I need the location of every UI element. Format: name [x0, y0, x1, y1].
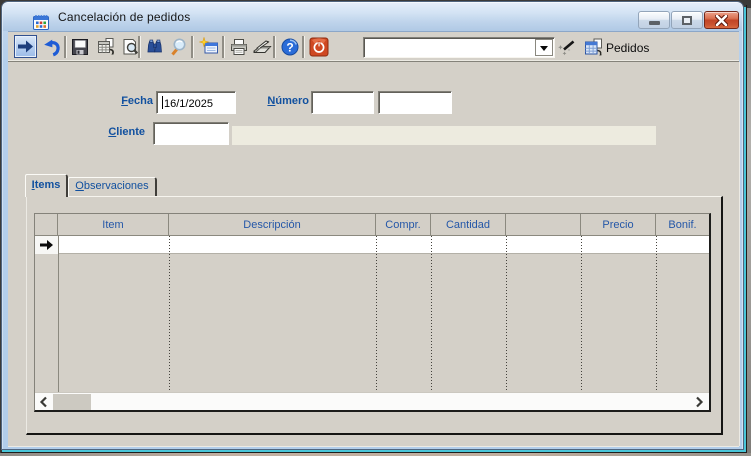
- grid-header-compr[interactable]: Compr.: [376, 214, 431, 235]
- search-combobox[interactable]: [363, 37, 555, 58]
- mdi-frame-edge: [2, 450, 746, 452]
- scanner-icon: [251, 37, 273, 57]
- minimize-icon: [649, 21, 660, 25]
- fecha-input[interactable]: 16/1/2025: [156, 91, 236, 114]
- client-area: Fecha 16/1/2025 Número Cliente Items Obs…: [8, 62, 739, 446]
- tab-items[interactable]: Items: [25, 174, 68, 197]
- print-button[interactable]: [229, 37, 249, 57]
- row-selector-cell[interactable]: [35, 236, 58, 254]
- binoculars-icon: [145, 37, 165, 57]
- printer-icon: [229, 37, 249, 57]
- current-row-arrow-icon: [39, 239, 54, 251]
- grid-header-descripcion[interactable]: Descripción: [169, 214, 376, 235]
- cliente-display: [232, 126, 656, 145]
- grid-column-separator: [169, 236, 170, 392]
- new-window-button[interactable]: [199, 37, 219, 57]
- grid-header-row: Item Descripción Compr. Cantidad Precio …: [35, 214, 709, 236]
- tab-observaciones[interactable]: Observaciones: [68, 177, 157, 196]
- mdi-frame-edge: [744, 7, 746, 451]
- close-button[interactable]: [704, 11, 739, 29]
- grid-column-separator: [431, 236, 432, 392]
- copy-to-grid-button[interactable]: [96, 37, 116, 57]
- pedidos-button-label: Pedidos: [606, 41, 649, 55]
- toolbar: ?: [8, 31, 739, 62]
- svg-text:?: ?: [286, 41, 293, 55]
- restore-icon: [682, 16, 692, 25]
- grid-column-separator: [581, 236, 582, 392]
- print-preview-button[interactable]: [120, 37, 140, 57]
- grid-header-blank[interactable]: [506, 214, 581, 235]
- undo-arrow-icon: [41, 37, 61, 57]
- help-button[interactable]: ?: [280, 37, 300, 57]
- numero-input-1[interactable]: [311, 91, 374, 114]
- exit-button[interactable]: [309, 37, 329, 57]
- window-outer-edge: [746, 5, 747, 452]
- toolbar-separator: [273, 36, 275, 58]
- scrollbar-thumb[interactable]: [53, 394, 91, 410]
- find-button[interactable]: [145, 37, 165, 57]
- close-icon: [715, 15, 728, 26]
- app-window: Cancelación de pedidos: [1, 1, 744, 450]
- grid-column-separator: [506, 236, 507, 392]
- toolbar-separator: [191, 36, 193, 58]
- toolbar-separator: [64, 36, 66, 58]
- numero-label: Número: [248, 95, 309, 109]
- wizard-button[interactable]: [557, 37, 577, 57]
- grid-horizontal-scrollbar[interactable]: [35, 392, 709, 410]
- save-button[interactable]: [70, 37, 90, 57]
- power-icon: [309, 37, 329, 57]
- grid-header-cantidad[interactable]: Cantidad: [431, 214, 506, 235]
- grid-column-separator: [58, 236, 59, 392]
- grid-body: [35, 236, 709, 392]
- toolbar-separator: [222, 36, 224, 58]
- titlebar[interactable]: Cancelación de pedidos: [3, 3, 742, 31]
- grid-header-bonif[interactable]: Bonif.: [656, 214, 709, 235]
- grid-header-selector: [35, 214, 58, 235]
- scan-button[interactable]: [251, 37, 271, 57]
- fecha-label: Fecha: [96, 95, 153, 109]
- combobox-dropdown-button[interactable]: [535, 39, 553, 56]
- grid-header-item[interactable]: Item: [58, 214, 169, 235]
- items-grid: Item Descripción Compr. Cantidad Precio …: [34, 213, 711, 412]
- floppy-disk-icon: [70, 37, 90, 57]
- tab-page-items: Item Descripción Compr. Cantidad Precio …: [26, 196, 723, 435]
- cliente-input[interactable]: [153, 122, 229, 145]
- grid-column-separator: [376, 236, 377, 392]
- table-copy-icon: [96, 37, 116, 57]
- minimize-button[interactable]: [638, 11, 670, 29]
- new-window-icon: [199, 37, 219, 57]
- window-title: Cancelación de pedidos: [58, 10, 191, 24]
- zoom-button[interactable]: [168, 37, 188, 57]
- toolbar-separator: [302, 36, 304, 58]
- scroll-right-icon[interactable]: [695, 396, 704, 408]
- toolbar-separator: [138, 36, 140, 58]
- scroll-left-icon[interactable]: [39, 396, 48, 408]
- text-caret: [162, 96, 163, 109]
- undo-button[interactable]: [41, 37, 61, 57]
- restore-button[interactable]: [671, 11, 703, 29]
- background-right-strip: [747, 8, 751, 456]
- accept-button[interactable]: [14, 35, 37, 58]
- cliente-label: Cliente: [88, 126, 145, 140]
- pedidos-button[interactable]: Pedidos: [583, 36, 649, 59]
- numero-input-2[interactable]: [378, 91, 452, 114]
- magnifier-icon: [168, 37, 188, 57]
- page-magnifier-icon: [120, 37, 140, 57]
- app-icon: [33, 14, 49, 30]
- magic-wand-icon: [557, 37, 577, 57]
- help-icon: ?: [280, 37, 300, 57]
- grid-column-separator: [656, 236, 657, 392]
- arrow-right-box-icon: [15, 36, 36, 57]
- grid-header-precio[interactable]: Precio: [581, 214, 656, 235]
- grid-row-current[interactable]: [35, 236, 709, 254]
- table-copy-blue-icon: [583, 37, 604, 58]
- chevron-down-icon: [540, 46, 548, 51]
- window-outer-edge: [1, 452, 747, 453]
